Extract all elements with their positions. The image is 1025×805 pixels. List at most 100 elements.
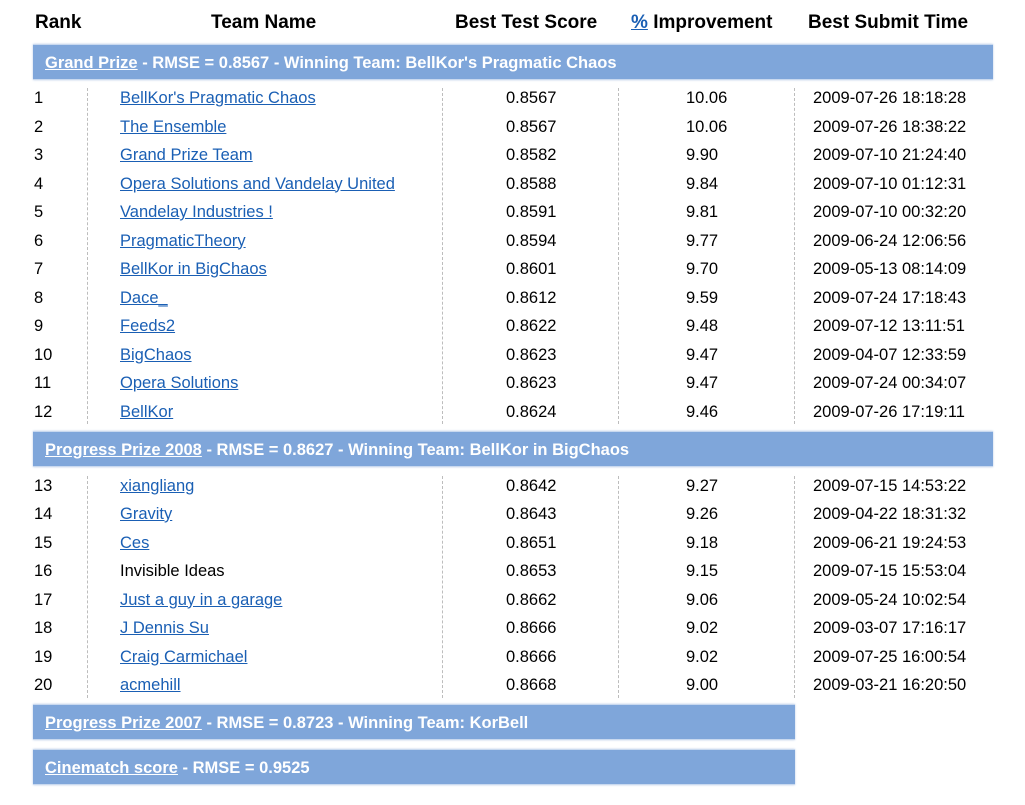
rank-cell: 6 (34, 231, 44, 250)
table-row: 20 acmehill 0.8668 9.00 2009-03-21 16:20:50 (0, 673, 1025, 701)
improvement-cell: 9.77 (686, 231, 719, 250)
table-row: 5 Vandelay Industries ! 0.8591 9.81 2009-07-… (0, 200, 1025, 228)
improvement-cell: 9.84 (686, 174, 719, 193)
submit-time-cell: 2009-07-10 21:24:40 (813, 146, 967, 164)
improvement-cell: 9.47 (686, 374, 719, 392)
table-row: 12 BellKor 0.8624 9.46 2009-07-26 17:19:11 (0, 400, 1025, 428)
table-row: 16 Invisible Ideas 0.8653 9.15 2009-07-15 15… (0, 559, 1025, 587)
progress-prize-2008-link[interactable]: Progress Prize 2008 (45, 441, 202, 459)
cinematch-link[interactable]: Cinematch score (45, 759, 178, 777)
grand-prize-info: - RMSE = 0.8567 - Winning Team: BellKor'… (137, 54, 617, 72)
improvement-cell: 10.06 (686, 89, 728, 107)
team-name-link[interactable]: Craig Carmichael (120, 648, 247, 667)
table-row: 7 BellKor in BigChaos 0.8601 9.70 2009-05-13… (0, 257, 1025, 285)
team-name-link[interactable]: J Dennis Su (120, 619, 209, 638)
rank-cell: 8 (34, 288, 44, 307)
team-name-link[interactable]: BigChaos (120, 346, 192, 365)
rank-cell: 11 (34, 374, 52, 392)
submit-time-cell: 2009-07-26 18:38:22 (813, 117, 967, 136)
table-row: 10 BigChaos 0.8623 9.47 2009-04-07 12:33:59 (0, 343, 1025, 371)
submit-time-cell: 2009-06-24 12:06:56 (813, 231, 967, 250)
table-row: 9 Feeds2 0.8622 9.48 2009-07-12 13:11:51 (0, 314, 1025, 342)
progress-prize-2007-link[interactable]: Progress Prize 2007 (45, 714, 202, 732)
improvement-cell: 9.27 (686, 476, 719, 495)
score-cell: 0.8612 (506, 288, 557, 307)
improvement-cell: 9.48 (686, 317, 719, 335)
score-cell: 0.8666 (506, 619, 557, 637)
team-name-link[interactable]: Dace_ (120, 289, 168, 308)
grand-prize-link[interactable]: Grand Prize (45, 54, 138, 72)
team-name-link[interactable]: The Ensemble (120, 118, 226, 137)
table-row: 18 J Dennis Su 0.8666 9.02 2009-03-07 17:16:… (0, 616, 1025, 644)
team-name-link[interactable]: BellKor (120, 403, 173, 422)
rank-cell: 5 (34, 203, 44, 221)
team-name-link[interactable]: Gravity (120, 505, 172, 524)
rank-cell: 2 (34, 117, 44, 136)
team-name-link[interactable]: Opera Solutions (120, 374, 238, 393)
score-cell: 0.8601 (506, 260, 557, 278)
table-row: 1 BellKor's Pragmatic Chaos 0.8567 10.06 200… (0, 86, 1025, 114)
improvement-cell: 9.46 (686, 402, 719, 421)
score-cell: 0.8594 (506, 231, 557, 250)
rank-cell: 9 (34, 317, 44, 335)
score-cell: 0.8623 (506, 374, 557, 392)
improvement-cell: 9.81 (686, 203, 719, 221)
table-row: 15 Ces 0.8651 9.18 2009-06-21 19:24:53 (0, 531, 1025, 559)
team-name-link[interactable]: BellKor in BigChaos (120, 260, 267, 279)
improvement-cell: 10.06 (686, 117, 728, 136)
improvement-cell: 9.00 (686, 676, 719, 694)
team-name-link[interactable]: Ces (120, 534, 149, 553)
submit-time-cell: 2009-05-13 08:14:09 (813, 260, 967, 278)
score-cell: 0.8588 (506, 174, 557, 193)
table-row: 19 Craig Carmichael 0.8666 9.02 2009-07-25 1… (0, 645, 1025, 673)
team-name-cell: Invisible Ideas (120, 562, 225, 580)
team-name-link[interactable]: Grand Prize Team (120, 146, 253, 165)
table-row: 2 The Ensemble 0.8567 10.06 2009-07-26 18:38… (0, 115, 1025, 143)
team-name-link[interactable]: Vandelay Industries ! (120, 203, 273, 222)
rank-cell: 13 (34, 476, 53, 495)
team-name-link[interactable]: Opera Solutions and Vandelay United (120, 175, 395, 194)
progress-prize-2007-band: Progress Prize 2007 - RMSE = 0.8723 - Wi… (33, 704, 795, 740)
score-cell: 0.8662 (506, 590, 557, 609)
score-cell: 0.8651 (506, 533, 557, 552)
submit-time-cell: 2009-07-25 16:00:54 (813, 647, 967, 666)
improvement-cell: 9.90 (686, 146, 719, 164)
score-cell: 0.8582 (506, 146, 557, 164)
team-name-link[interactable]: Just a guy in a garage (120, 591, 282, 610)
team-name-link[interactable]: BellKor's Pragmatic Chaos (120, 89, 316, 108)
score-cell: 0.8591 (506, 203, 557, 221)
score-cell: 0.8666 (506, 647, 557, 666)
score-cell: 0.8624 (506, 402, 557, 421)
table-row: 11 Opera Solutions 0.8623 9.47 2009-07-24 00… (0, 371, 1025, 399)
progress-prize-2007-info: - RMSE = 0.8723 - Winning Team: KorBell (201, 714, 529, 732)
submit-time-cell: 2009-06-21 19:24:53 (813, 533, 967, 552)
rank-cell: 14 (34, 505, 53, 523)
improvement-cell: 9.18 (686, 533, 719, 552)
rank-cell: 3 (34, 146, 44, 164)
submit-time-cell: 2009-07-15 15:53:04 (813, 562, 967, 580)
team-name-link[interactable]: PragmaticTheory (120, 232, 246, 251)
improvement-header-label: Improvement (653, 12, 773, 33)
submit-time-cell: 2009-07-10 01:12:31 (813, 174, 967, 193)
submit-time-cell: 2009-03-07 17:16:17 (813, 619, 967, 637)
percent-link[interactable]: % (631, 12, 648, 33)
submit-time-cell: 2009-04-22 18:31:32 (813, 505, 967, 523)
table-row: 3 Grand Prize Team 0.8582 9.90 2009-07-10 21… (0, 143, 1025, 171)
progress-prize-2008-info: - RMSE = 0.8627 - Winning Team: BellKor … (201, 441, 630, 459)
table-row: 4 Opera Solutions and Vandelay United 0.85… (0, 172, 1025, 200)
improvement-cell: 9.47 (686, 345, 719, 364)
rank-header: Rank (35, 12, 82, 33)
submit-time-cell: 2009-04-07 12:33:59 (813, 345, 967, 364)
submit-time-cell: 2009-05-24 10:02:54 (813, 590, 967, 609)
cinematch-info: - RMSE = 0.9525 (177, 759, 310, 777)
rank-cell: 12 (34, 402, 53, 421)
submit-time-cell: 2009-07-15 14:53:22 (813, 476, 967, 495)
improvement-cell: 9.26 (686, 505, 719, 523)
rank-cell: 18 (34, 619, 53, 637)
rank-cell: 17 (34, 590, 53, 609)
rank-cell: 19 (34, 647, 53, 666)
submit-time-cell: 2009-07-24 17:18:43 (813, 288, 967, 307)
team-name-link[interactable]: Feeds2 (120, 317, 175, 336)
team-name-link[interactable]: acmehill (120, 676, 181, 695)
team-name-link[interactable]: xiangliang (120, 477, 194, 496)
